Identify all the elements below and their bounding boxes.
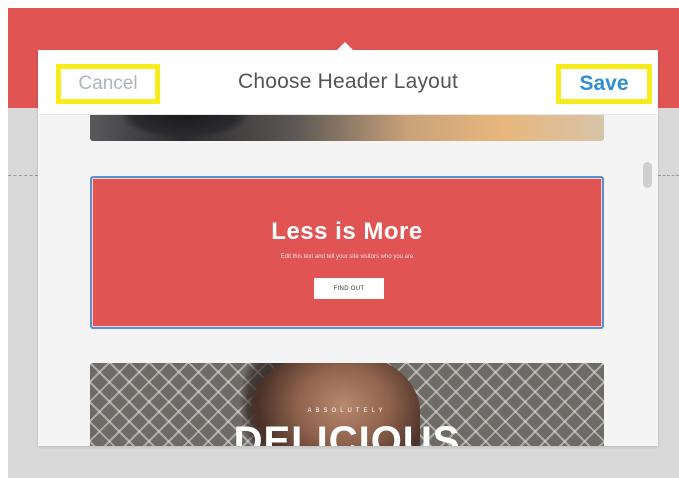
- screen: Cancel Choose Header Layout Save Less is…: [0, 0, 679, 478]
- scrollbar-thumb[interactable]: [643, 162, 652, 188]
- layout-headline: DELICIOUS: [233, 419, 461, 446]
- selected-outline: [92, 178, 602, 327]
- layout-subline: Edit this text and tell your site visito…: [280, 254, 414, 260]
- save-button[interactable]: Save: [556, 64, 652, 104]
- layout-option-partial[interactable]: [90, 115, 604, 141]
- layout-list[interactable]: Less is More Edit this text and tell you…: [38, 115, 658, 446]
- section-divider-left: [8, 175, 38, 176]
- popover-caret-icon: [337, 42, 353, 50]
- choose-header-layout-dialog: Cancel Choose Header Layout Save Less is…: [38, 50, 658, 446]
- layout-headline: Less is More: [271, 218, 423, 245]
- layout-kicker: ABSOLUTELY: [307, 408, 387, 414]
- layout-option-delicious[interactable]: ABSOLUTELY DELICIOUS: [90, 363, 604, 446]
- section-divider-right: [658, 175, 679, 176]
- find-out-button: FIND OUT: [314, 278, 384, 299]
- layout-option-less-is-more[interactable]: Less is More Edit this text and tell you…: [90, 176, 604, 329]
- layout-thumbnail-image: [120, 115, 250, 139]
- dialog-header: Cancel Choose Header Layout Save: [38, 50, 658, 115]
- save-label: Save: [579, 72, 629, 95]
